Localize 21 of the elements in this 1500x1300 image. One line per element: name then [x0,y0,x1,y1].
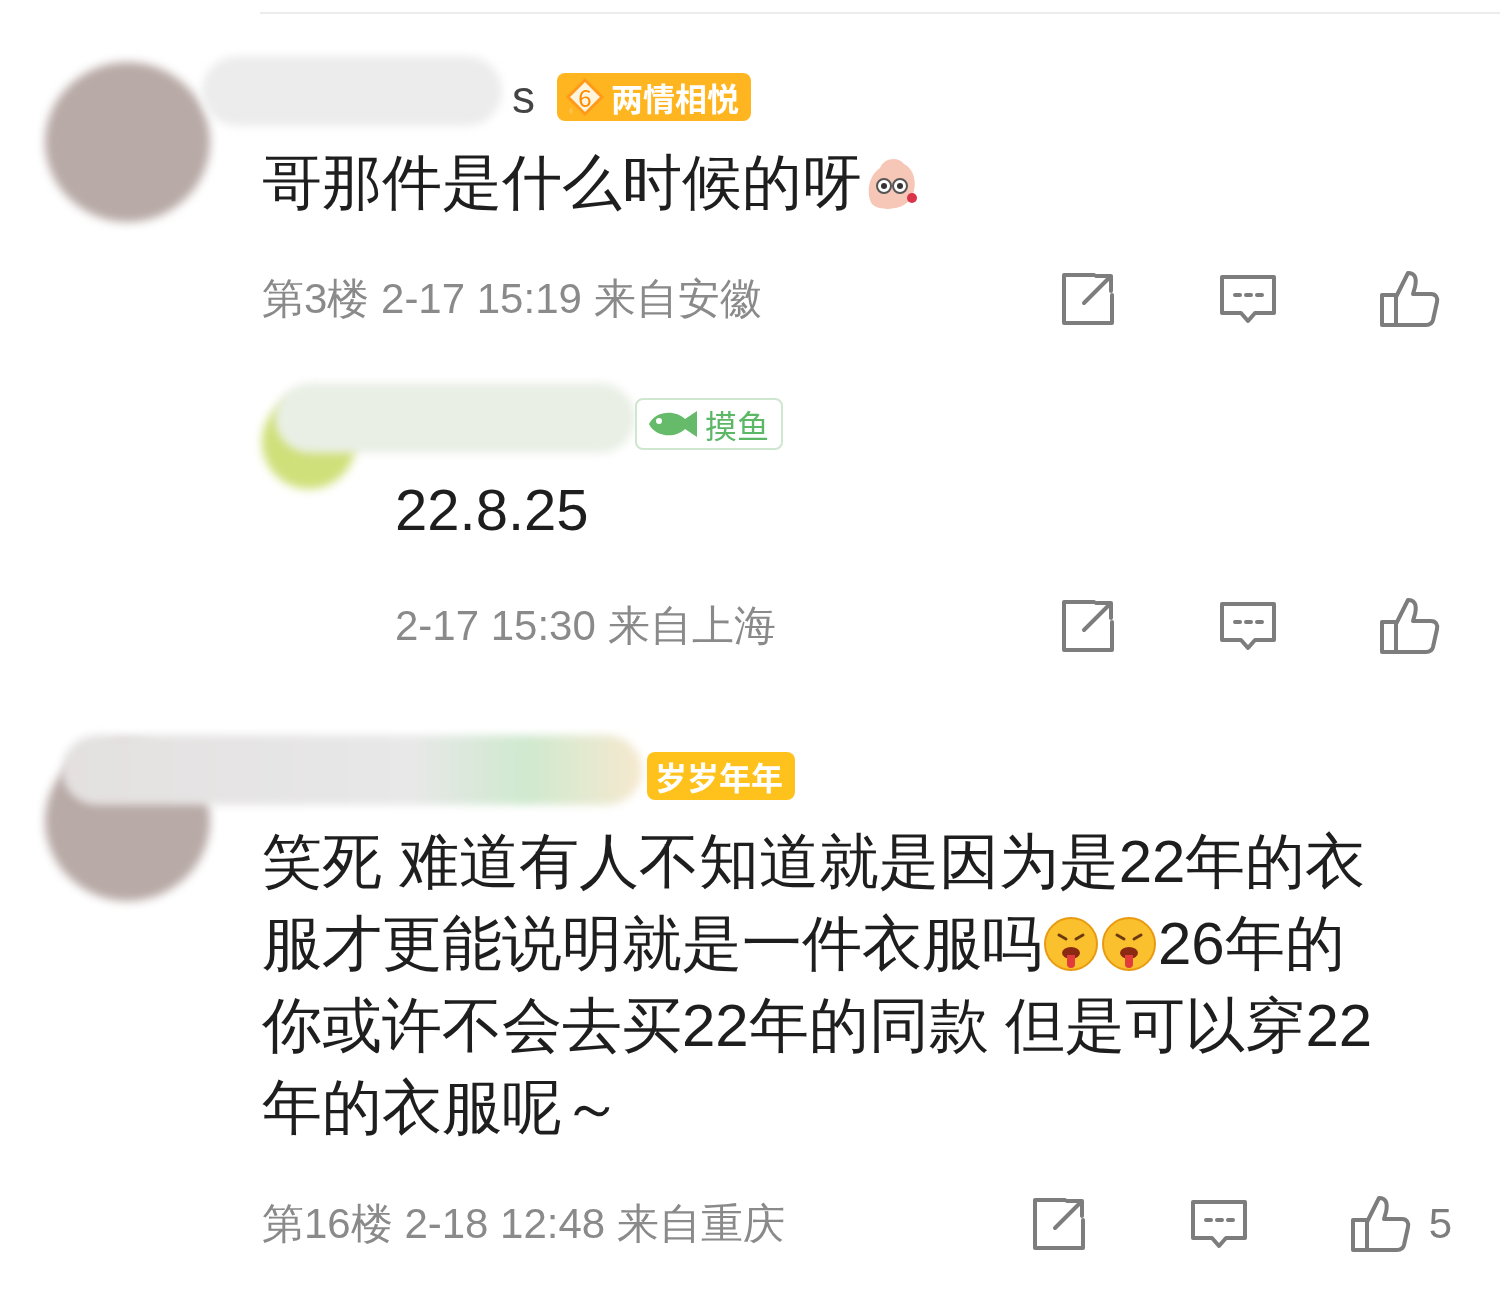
thumbs-up-icon[interactable] [1378,269,1442,329]
comment-text: 哥那件是什么时候的呀 [262,148,862,218]
comment-text: 笑死 难道有人不知道就是因为是22年的衣 [262,827,1366,897]
emoji-icon [1100,915,1158,973]
comment-meta: 第16楼 2-18 12:48 来自重庆 [262,1199,786,1249]
emoji-icon [1042,915,1100,973]
comment-text: 22.8.25 [395,476,589,544]
comment-text: 26年的 [1158,909,1345,979]
thumbs-up-icon[interactable] [1348,1194,1413,1254]
username[interactable]: s [512,74,535,120]
like-count: 5 [1428,1200,1452,1248]
badge-label: 岁岁年年 [655,753,783,799]
badge-label: 摸鱼 [705,401,769,447]
comment-text: 服才更能说明就是一件衣服吗 [262,909,1042,979]
comment-text: 年的衣服呢～ [262,1073,622,1143]
comment-meta: 第3楼 2-17 15:19 来自安徽 [262,274,763,324]
comment-meta: 2-17 15:30 来自上海 [395,601,777,651]
comment-text: 你或许不会去买22年的同款 但是可以穿22 [262,991,1373,1061]
level-badge-icon: 6 [565,77,605,117]
badge-label: 两情相悦 [611,74,739,120]
thumbs-up-icon[interactable] [1378,596,1442,656]
